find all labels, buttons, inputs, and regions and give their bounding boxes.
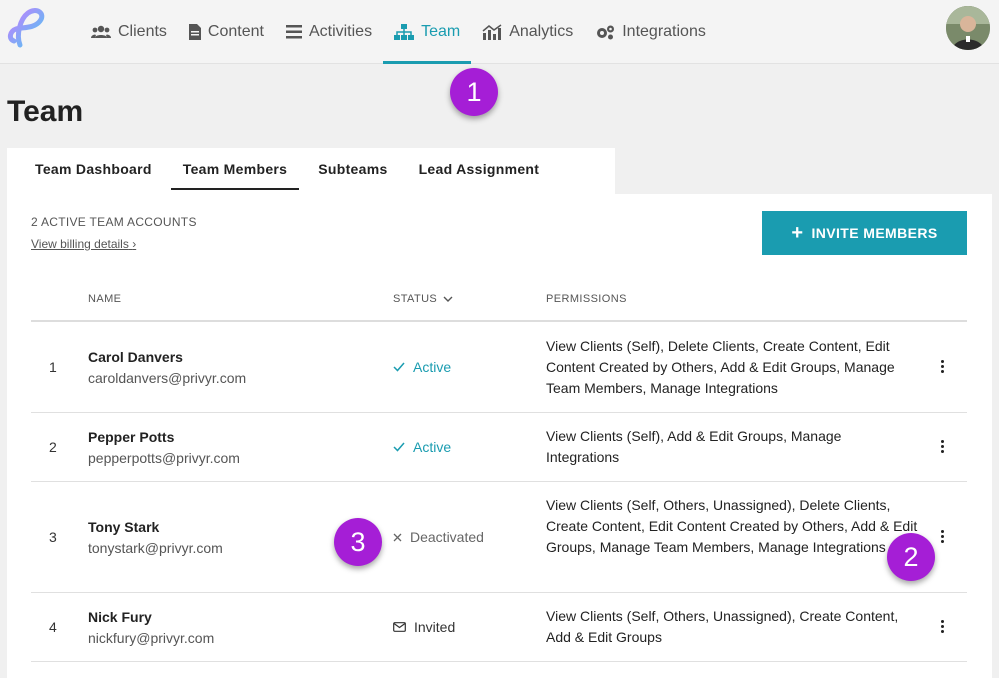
- check-icon: [393, 362, 405, 372]
- nav-activities[interactable]: Activities: [275, 0, 383, 64]
- team-members-panel: 2 ACTIVE TEAM ACCOUNTS View billing deta…: [7, 194, 992, 678]
- table-row[interactable]: 1 Carol Danvers caroldanvers@privyr.com …: [31, 322, 967, 413]
- status-badge: Invited: [393, 619, 455, 635]
- gears-icon: [597, 25, 615, 40]
- plus-icon: +: [791, 221, 804, 244]
- more-options-icon[interactable]: [936, 530, 948, 546]
- nav-team[interactable]: Team: [383, 0, 472, 64]
- row-number: 1: [49, 359, 57, 375]
- tab-lead-assignment[interactable]: Lead Assignment: [407, 148, 552, 190]
- status-label: Invited: [414, 619, 456, 635]
- member-name: Tony Stark: [88, 519, 160, 535]
- tab-team-members[interactable]: Team Members: [170, 148, 300, 190]
- nav-integrations[interactable]: Integrations: [584, 0, 717, 64]
- status-label: Active: [413, 359, 452, 375]
- nav-content-label: Content: [207, 23, 264, 40]
- status-label: Active: [413, 439, 452, 455]
- status-label: Deactivated: [410, 529, 484, 545]
- list-icon: [285, 25, 302, 39]
- page-title: Team: [7, 95, 84, 128]
- more-options-icon[interactable]: [936, 360, 948, 376]
- privyr-logo[interactable]: [6, 7, 48, 49]
- member-name: Nick Fury: [88, 609, 152, 625]
- member-email: tonystark@privyr.com: [88, 540, 223, 556]
- member-name: Pepper Potts: [88, 429, 175, 445]
- envelope-icon: [393, 622, 406, 632]
- nav-integrations-label: Integrations: [622, 23, 706, 40]
- table-header: NAME STATUS PERMISSIONS: [31, 284, 967, 322]
- chevron-right-icon: ›: [132, 237, 137, 251]
- member-permissions: View Clients (Self, Others, Unassigned),…: [546, 497, 918, 555]
- member-name: Carol Danvers: [88, 349, 183, 365]
- column-header-name: NAME: [88, 293, 122, 305]
- annotation-marker-2: 2: [887, 533, 935, 581]
- row-number: 2: [49, 439, 57, 455]
- check-icon: [393, 442, 405, 452]
- users-icon: [91, 25, 111, 38]
- member-email: nickfury@privyr.com: [88, 630, 215, 646]
- team-tabs: Team Dashboard Team Members Subteams Lea…: [7, 148, 615, 194]
- chevron-down-icon: [443, 296, 453, 302]
- more-options-icon[interactable]: [936, 620, 948, 636]
- invite-members-button[interactable]: + INVITE MEMBERS: [762, 211, 967, 255]
- nav-clients-label: Clients: [118, 23, 167, 40]
- active-accounts-count: 2 ACTIVE TEAM ACCOUNTS: [31, 215, 197, 229]
- column-header-status-label: STATUS: [393, 293, 438, 305]
- status-badge: Active: [393, 439, 451, 455]
- status-badge: Deactivated: [393, 529, 484, 545]
- nav-activities-label: Activities: [308, 23, 373, 40]
- document-icon: [188, 24, 201, 40]
- nav-analytics[interactable]: Analytics: [471, 0, 584, 64]
- nav-content[interactable]: Content: [178, 0, 275, 64]
- column-header-permissions: PERMISSIONS: [546, 293, 627, 305]
- member-permissions: View Clients (Self), Delete Clients, Cre…: [546, 338, 895, 396]
- annotation-marker-3: 3: [334, 518, 382, 566]
- row-number: 3: [49, 529, 57, 545]
- table-row[interactable]: 4 Nick Fury nickfury@privyr.com Invited …: [31, 593, 967, 662]
- tab-team-dashboard[interactable]: Team Dashboard: [23, 148, 164, 190]
- nav-analytics-label: Analytics: [509, 23, 574, 40]
- top-nav-bar: Clients Content Activities Team Analytic…: [0, 0, 999, 64]
- column-header-status[interactable]: STATUS: [393, 293, 453, 305]
- status-badge: Active: [393, 359, 451, 375]
- chart-icon: [482, 24, 502, 40]
- invite-members-label: INVITE MEMBERS: [811, 225, 938, 241]
- table-row[interactable]: 2 Pepper Potts pepperpotts@privyr.com Ac…: [31, 413, 967, 482]
- tab-subteams[interactable]: Subteams: [306, 148, 399, 190]
- main-nav: Clients Content Activities Team Analytic…: [80, 0, 717, 64]
- member-email: pepperpotts@privyr.com: [88, 450, 240, 466]
- view-billing-link[interactable]: View billing details ›: [31, 237, 136, 251]
- member-permissions: View Clients (Self, Others, Unassigned),…: [546, 608, 899, 645]
- annotation-marker-1: 1: [450, 68, 498, 116]
- more-options-icon[interactable]: [936, 440, 948, 456]
- member-email: caroldanvers@privyr.com: [88, 370, 247, 386]
- org-chart-icon: [394, 24, 415, 40]
- row-number: 4: [49, 619, 57, 635]
- table-row[interactable]: 3 Tony Stark tonystark@privyr.com Deacti…: [31, 482, 967, 593]
- user-avatar[interactable]: [946, 6, 990, 50]
- nav-clients[interactable]: Clients: [80, 0, 178, 64]
- close-icon: [393, 533, 402, 541]
- nav-team-label: Team: [421, 23, 461, 40]
- view-billing-label: View billing details: [31, 237, 129, 251]
- member-permissions: View Clients (Self), Add & Edit Groups, …: [546, 428, 842, 465]
